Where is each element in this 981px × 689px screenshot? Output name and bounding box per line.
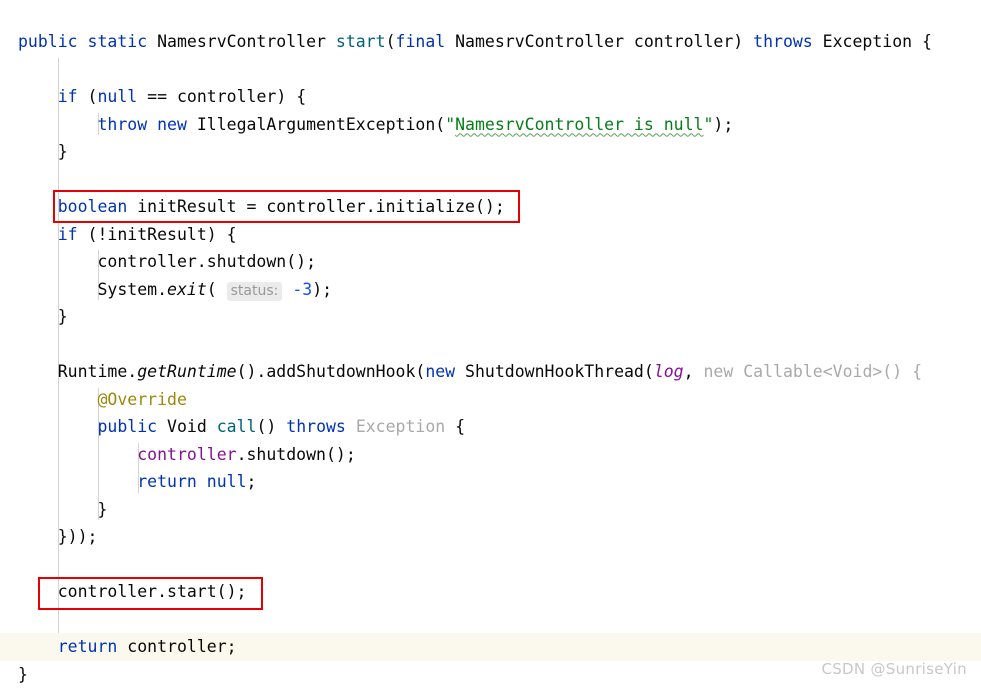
code-line-18[interactable]: } <box>0 496 981 524</box>
token-method-getruntime: getRuntime <box>137 362 237 381</box>
code-line-15[interactable]: public Void call() throws Exception { <box>0 413 981 441</box>
code-line-3[interactable]: if (null == controller) { <box>0 83 981 111</box>
token-keyword-throws: throws <box>753 32 813 51</box>
code-line-11[interactable]: } <box>0 303 981 331</box>
token-string-literal: NamesrvController is null <box>455 114 704 134</box>
token-annotation-override: @Override <box>97 389 187 409</box>
token-keyword-boolean: boolean <box>57 197 128 216</box>
code-line-8[interactable]: if (!initResult) { <box>0 221 981 249</box>
code-line-17[interactable]: return null; <box>0 468 981 496</box>
token-keyword-return: return <box>137 472 197 491</box>
token-keyword-return-2: return <box>57 637 118 656</box>
code-line-14[interactable]: @Override <box>0 386 981 414</box>
code-line-7[interactable]: boolean initResult = controller.initiali… <box>0 193 981 221</box>
token-string-open: " <box>445 114 456 134</box>
code-line-9[interactable]: controller.shutdown(); <box>0 248 981 276</box>
code-line-16[interactable]: controller.shutdown(); <box>0 441 981 469</box>
code-line-5[interactable]: } <box>0 138 981 166</box>
token-field-log: log <box>653 362 684 381</box>
token-method-call: call <box>216 417 257 436</box>
token-keyword-if-2: if <box>57 224 78 244</box>
token-keyword-throw: throw <box>97 114 148 134</box>
code-editor-viewport[interactable]: public static NamesrvController start(fi… <box>0 0 981 689</box>
token-keyword-static: static <box>87 32 148 51</box>
code-line-6-blank[interactable] <box>0 166 981 194</box>
token-keyword-final: final <box>395 32 446 51</box>
token-captured-controller: controller <box>137 444 237 464</box>
token-keyword-new-2: new <box>425 362 456 381</box>
parameter-hint-status: status: <box>226 281 283 301</box>
code-line-2-blank[interactable] <box>0 56 981 84</box>
token-keyword-if: if <box>57 87 78 106</box>
code-line-23[interactable]: return controller; <box>0 633 981 661</box>
token-keyword-null: null <box>97 87 138 106</box>
code-line-20-blank[interactable] <box>0 551 981 579</box>
token-number-minus-3: -3 <box>292 279 313 299</box>
code-line-21[interactable]: controller.start(); <box>0 578 981 606</box>
token-string-close: " <box>703 114 714 134</box>
token-keyword-null-2: null <box>206 472 247 491</box>
code-line-19[interactable]: })); <box>0 523 981 551</box>
code-line-4[interactable]: throw new IllegalArgumentException("Name… <box>0 111 981 139</box>
code-line-22-blank[interactable] <box>0 606 981 634</box>
token-keyword-new: new <box>157 114 187 134</box>
token-keyword-throws-2: throws <box>286 417 346 436</box>
token-method-start: start <box>335 32 386 51</box>
token-grayed-callable: new Callable<Void>() { <box>703 362 923 381</box>
code-line-1[interactable]: public static NamesrvController start(fi… <box>0 28 981 56</box>
token-grayed-exception: Exception <box>355 417 446 436</box>
code-line-10[interactable]: System.exit( status: -3); <box>0 276 981 304</box>
token-keyword-public: public <box>18 32 78 51</box>
token-keyword-public-2: public <box>97 417 158 436</box>
watermark-text: CSDN @SunriseYin <box>821 660 967 678</box>
token-method-exit: exit <box>167 279 207 299</box>
code-line-12-blank[interactable] <box>0 331 981 359</box>
code-line-13[interactable]: Runtime.getRuntime().addShutdownHook(new… <box>0 358 981 386</box>
